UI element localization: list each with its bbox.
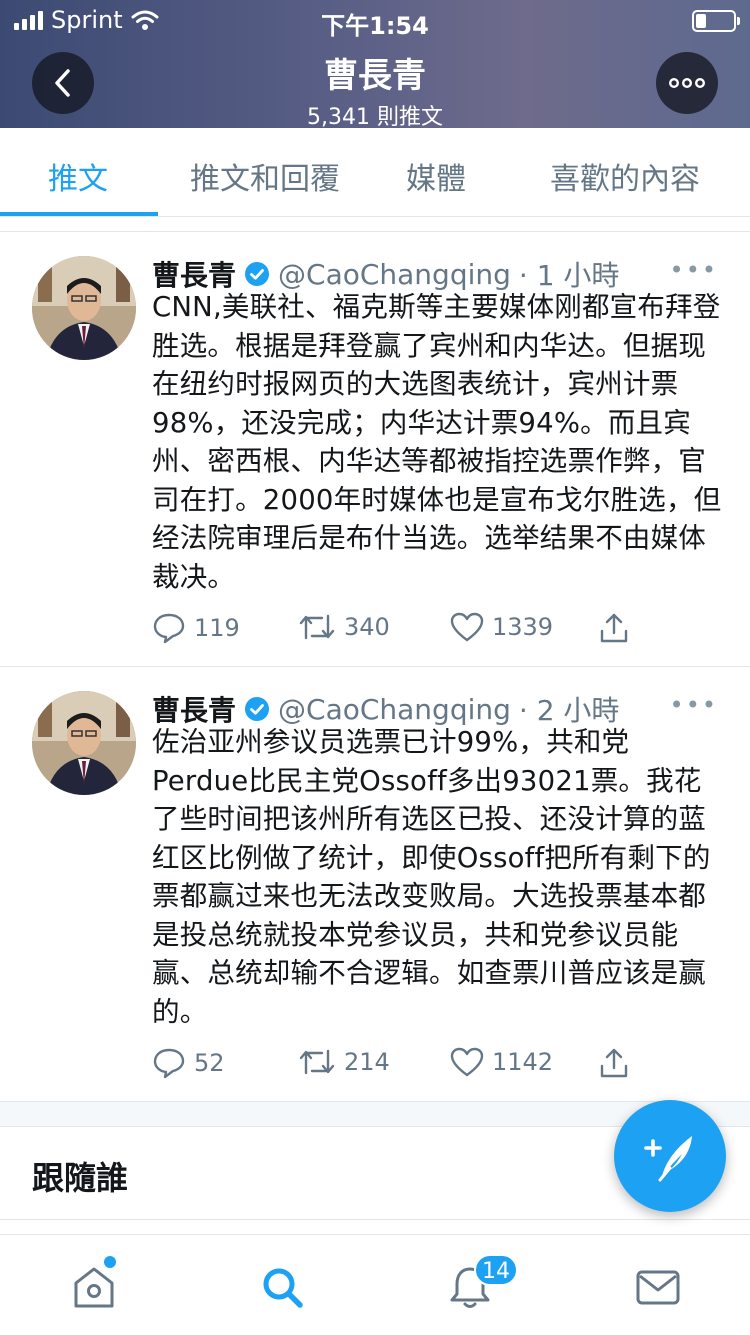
tab-tweets[interactable]: 推文 xyxy=(48,154,108,198)
tweet-text: 佐治亚州参议员选票已计99%，共和党Perdue比民主党Ossoff多出9302… xyxy=(152,726,711,1028)
profile-tabs: 推文 推文和回覆 媒體 喜歡的內容 xyxy=(0,128,750,217)
avatar[interactable] xyxy=(32,691,136,795)
verified-badge-icon xyxy=(245,262,270,286)
retweet-icon xyxy=(299,1049,335,1075)
verified-badge-icon xyxy=(245,697,270,721)
reply-icon xyxy=(153,613,185,644)
reply-count: 52 xyxy=(194,1049,225,1077)
avatar-image xyxy=(32,256,136,360)
more-options-button[interactable] xyxy=(656,52,718,114)
share-icon xyxy=(600,1048,628,1078)
like-button[interactable]: 1142 xyxy=(450,1047,553,1077)
compose-tweet-button[interactable] xyxy=(614,1100,726,1212)
tweet-actions: 52 214 1142 xyxy=(152,1047,732,1087)
share-icon xyxy=(600,613,628,643)
divider xyxy=(0,217,750,232)
who-to-follow-title: 跟隨誰 xyxy=(32,1159,129,1197)
tweet-more-icon[interactable]: ••• xyxy=(670,256,718,284)
bottom-tab-bar xyxy=(0,1234,750,1335)
header-title: 曹長青 5,341 則推文 xyxy=(0,48,750,131)
tweet[interactable]: 曹長青 @CaoChangqing · 2 小時 ••• 佐治亚州参议员选票已计… xyxy=(0,667,750,1102)
search-icon[interactable] xyxy=(258,1263,306,1311)
author-handle[interactable]: @CaoChangqing xyxy=(278,258,511,291)
more-icon xyxy=(669,78,705,88)
heart-icon xyxy=(450,612,484,642)
avatar-image xyxy=(32,691,136,795)
reply-icon xyxy=(153,1048,185,1079)
like-button[interactable]: 1339 xyxy=(450,612,553,642)
home-icon[interactable] xyxy=(70,1263,118,1311)
reply-count: 119 xyxy=(194,614,240,642)
reply-button[interactable]: 119 xyxy=(152,612,240,644)
tab-tweets-replies[interactable]: 推文和回覆 xyxy=(190,154,340,198)
heart-icon xyxy=(450,1047,484,1077)
tweet[interactable]: 曹長青 @CaoChangqing · 1 小時 ••• CNN,美联社、福克斯… xyxy=(0,232,750,667)
status-time: 下午1:54 xyxy=(321,12,429,40)
active-tab-indicator xyxy=(0,212,158,216)
retweet-icon xyxy=(299,614,335,640)
tweet-text: CNN,美联社、福克斯等主要媒体刚都宣布拜登胜选。根据是拜登赢了宾州和内华达。但… xyxy=(152,291,722,593)
author-handle[interactable]: @CaoChangqing xyxy=(278,693,511,726)
retweet-button[interactable]: 340 xyxy=(298,612,390,642)
share-button[interactable] xyxy=(598,612,630,644)
retweet-count: 340 xyxy=(344,613,390,641)
tweet-more-icon[interactable]: ••• xyxy=(670,691,718,719)
like-count: 1142 xyxy=(492,1048,554,1076)
tweet-count: 5,341 則推文 xyxy=(307,105,443,130)
compose-feather-icon xyxy=(644,1136,692,1182)
retweet-count: 214 xyxy=(344,1048,390,1076)
notifications-badge: 14 xyxy=(474,1254,518,1286)
tweet-actions: 119 340 1339 xyxy=(152,612,732,652)
like-count: 1339 xyxy=(492,613,554,641)
retweet-button[interactable]: 214 xyxy=(298,1047,390,1077)
profile-header: Sprint 下午1:54 曹長青 5,341 則推文 xyxy=(0,0,750,131)
avatar[interactable] xyxy=(32,256,136,360)
share-button[interactable] xyxy=(598,1047,630,1079)
status-bar: Sprint 下午1:54 xyxy=(0,0,750,40)
profile-name: 曹長青 xyxy=(324,56,426,96)
tab-likes[interactable]: 喜歡的內容 xyxy=(550,154,700,198)
reply-button[interactable]: 52 xyxy=(152,1047,225,1079)
tab-media[interactable]: 媒體 xyxy=(406,154,466,198)
battery-icon xyxy=(692,10,740,32)
home-unread-dot xyxy=(104,1256,116,1268)
messages-envelope-icon[interactable] xyxy=(634,1263,682,1311)
